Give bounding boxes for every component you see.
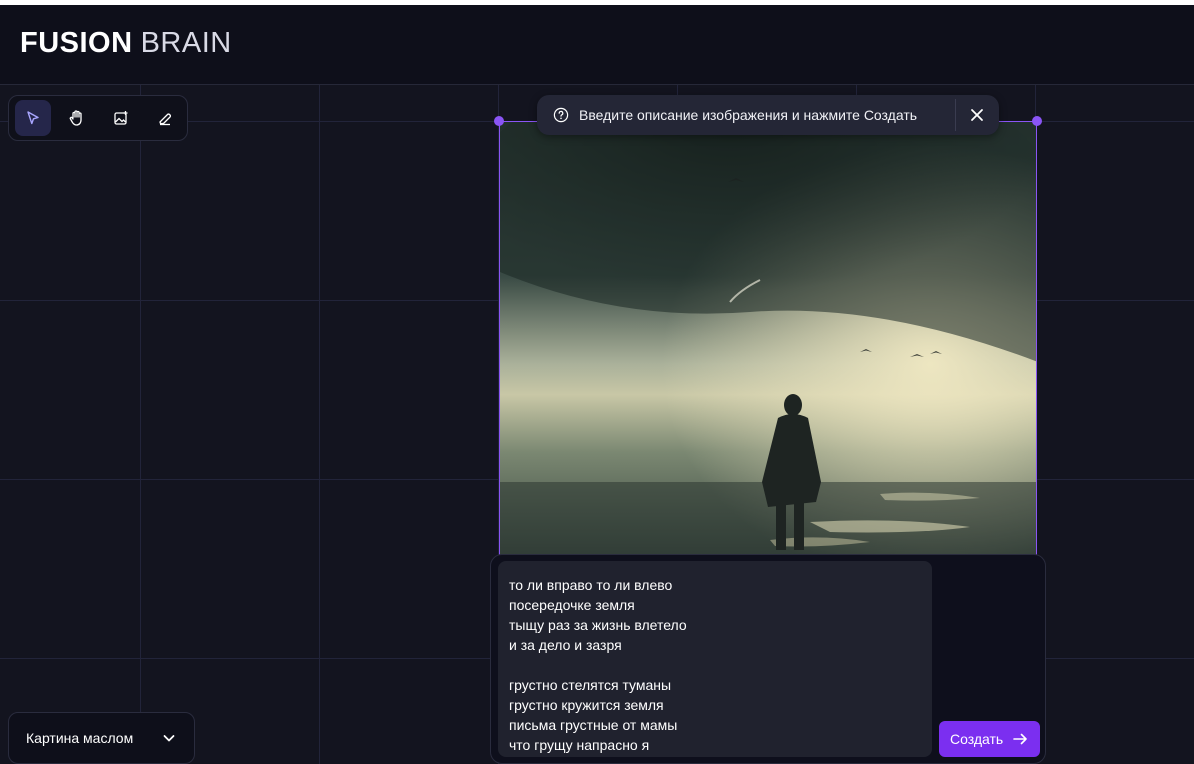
- hint-banner: Введите описание изображения и нажмите С…: [537, 95, 999, 135]
- hint-divider: [955, 99, 956, 131]
- create-button[interactable]: Создать: [939, 721, 1040, 757]
- add-image-tool-button[interactable]: [103, 100, 139, 136]
- logo-light: BRAIN: [140, 27, 232, 59]
- select-tool-button[interactable]: [15, 100, 51, 136]
- app-header: FUSION BRAIN: [0, 5, 1194, 85]
- arrow-right-icon: [1013, 733, 1028, 745]
- create-button-label: Создать: [950, 731, 1004, 747]
- generated-image: [500, 122, 1036, 561]
- style-select-value: Картина маслом: [26, 730, 134, 746]
- image-plus-icon: [113, 110, 129, 126]
- logo[interactable]: FUSION BRAIN: [20, 27, 232, 60]
- hint-close-button[interactable]: [961, 99, 993, 131]
- question-circle-icon: [553, 107, 569, 123]
- close-icon: [970, 108, 984, 122]
- style-select[interactable]: Картина маслом: [8, 712, 195, 764]
- resize-handle-top-right[interactable]: [1032, 116, 1042, 126]
- resize-handle-top-left[interactable]: [494, 116, 504, 126]
- logo-bold: FUSION: [20, 27, 133, 59]
- eraser-tool-button[interactable]: [147, 100, 183, 136]
- cursor-arrow-icon: [25, 110, 41, 126]
- eraser-icon: [157, 110, 173, 126]
- prompt-textarea[interactable]: то ли вправо то ли влево посередочке зем…: [498, 561, 932, 757]
- chevron-down-icon: [162, 731, 176, 745]
- hint-text: Введите описание изображения и нажмите С…: [579, 107, 918, 123]
- generated-image-frame[interactable]: [499, 121, 1037, 561]
- canvas-toolbar: [8, 95, 188, 141]
- pan-tool-button[interactable]: [59, 100, 95, 136]
- hand-icon: [68, 109, 86, 127]
- prompt-panel: то ли вправо то ли влево посередочке зем…: [490, 554, 1046, 764]
